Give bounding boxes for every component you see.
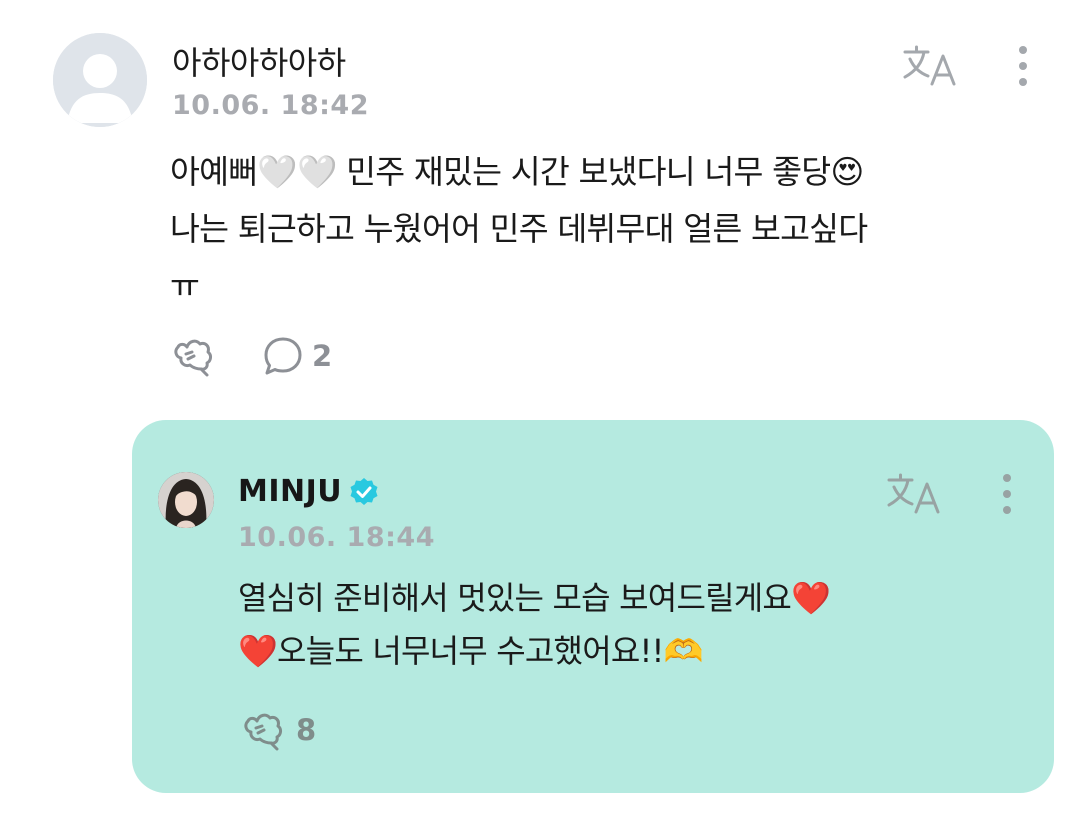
profile-photo-icon bbox=[158, 472, 214, 528]
commenter-avatar[interactable] bbox=[53, 33, 147, 127]
translate-icon[interactable] bbox=[902, 44, 958, 88]
comment-reply-button[interactable]: 2 bbox=[262, 335, 332, 377]
like-count: 8 bbox=[296, 713, 317, 747]
comment-line: 나는 퇴근하고 누웠어어 민주 데뷔무대 얼른 보고싶다 bbox=[170, 210, 868, 248]
comment-timestamp: 10.06. 18:42 bbox=[172, 90, 370, 121]
more-options-icon[interactable] bbox=[1015, 44, 1031, 90]
like-icon bbox=[174, 339, 212, 377]
verified-badge-icon bbox=[350, 477, 378, 505]
like-icon bbox=[244, 713, 282, 751]
reply-line: 열심히 준비해서 멋있는 모습 보여드릴게요❤️ bbox=[238, 579, 831, 617]
comment-line: ㅠ bbox=[170, 267, 200, 305]
more-options-icon[interactable] bbox=[999, 472, 1015, 518]
reply-body: 열심히 준비해서 멋있는 모습 보여드릴게요❤️ ❤️오늘도 너무너무 수고했어… bbox=[238, 572, 1028, 678]
reply-line: ❤️오늘도 너무너무 수고했어요!!🫶 bbox=[238, 632, 703, 670]
reply-timestamp: 10.06. 18:44 bbox=[238, 522, 436, 553]
comment-bubble-icon bbox=[264, 337, 302, 375]
commenter-name[interactable]: 아하아하아하 bbox=[172, 38, 346, 84]
reply-count: 2 bbox=[312, 339, 333, 373]
artist-name-row[interactable]: MINJU bbox=[238, 474, 380, 509]
artist-name: MINJU bbox=[238, 474, 343, 509]
comment-line: 아예뻐🤍🤍 민주 재밌는 시간 보냈다니 너무 좋당😍 bbox=[170, 153, 864, 191]
reply-like-button[interactable]: 8 bbox=[242, 707, 316, 753]
default-avatar-icon bbox=[53, 33, 147, 127]
comment-like-button[interactable] bbox=[172, 333, 218, 379]
comment-body: 아예뻐🤍🤍 민주 재밌는 시간 보냈다니 너무 좋당😍 나는 퇴근하고 누웠어어… bbox=[170, 144, 1030, 315]
artist-avatar[interactable] bbox=[158, 472, 214, 528]
translate-icon[interactable] bbox=[886, 472, 942, 516]
